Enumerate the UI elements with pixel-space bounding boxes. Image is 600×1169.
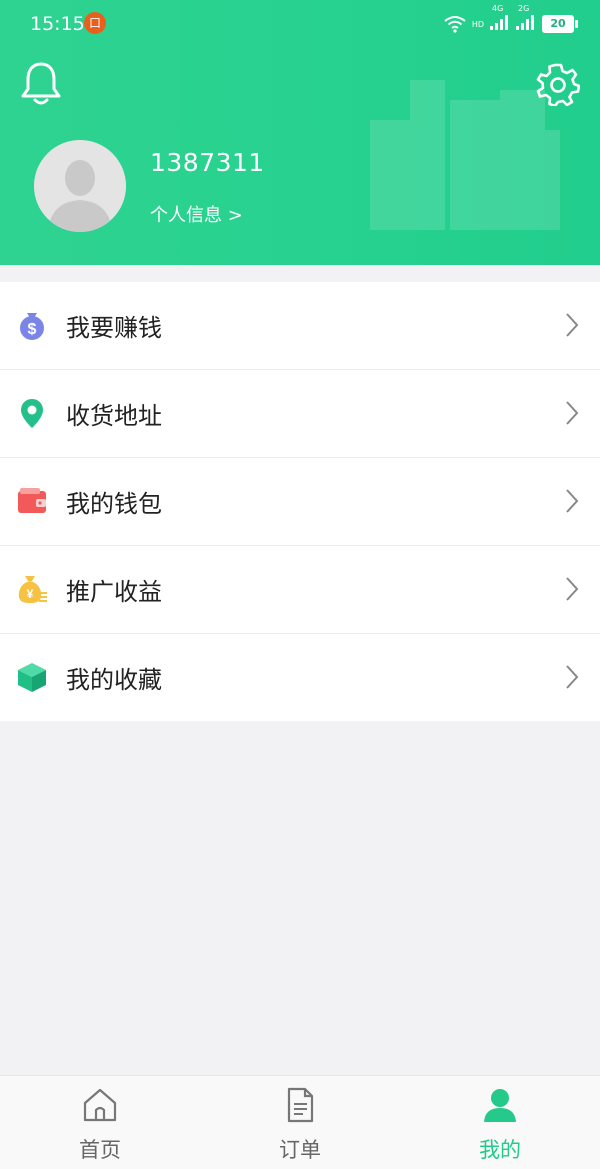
location-pin-icon xyxy=(21,399,43,428)
tab-label: 首页 xyxy=(79,1138,121,1162)
tab-orders[interactable]: 订单 xyxy=(200,1076,400,1169)
menu-item-label: 我的钱包 xyxy=(66,490,162,518)
2g-label: 2G xyxy=(518,4,530,13)
chevron-right-icon xyxy=(566,665,579,689)
hd-label: HD xyxy=(471,19,484,29)
menu-item-wallet[interactable]: 我的钱包 xyxy=(0,458,600,546)
status-time: 15:15 xyxy=(30,13,85,35)
menu-list: $ 我要赚钱 收货地址 我的钱包 ¥ 推广收益 我的收藏 xyxy=(0,282,600,721)
username: 1387311 xyxy=(150,148,265,177)
bottom-tab-bar: 首页 订单 我的 xyxy=(0,1075,600,1169)
tab-mine[interactable]: 我的 xyxy=(400,1076,600,1169)
system-icons: HD 4G 2G 20 xyxy=(444,4,578,36)
status-bar: 15:15 口 HD 4G 2G 20 xyxy=(0,0,600,48)
chevron-right-icon xyxy=(566,313,579,337)
menu-item-label: 我要赚钱 xyxy=(66,314,162,342)
svg-text:¥: ¥ xyxy=(27,587,34,601)
gear-icon[interactable] xyxy=(536,62,580,106)
menu-item-promotion-earnings[interactable]: ¥ 推广收益 xyxy=(0,546,600,634)
menu-item-label: 我的收藏 xyxy=(66,666,162,694)
tab-home[interactable]: 首页 xyxy=(0,1076,200,1169)
profile-info-link[interactable]: 个人信息 > xyxy=(150,201,243,227)
signal-bars-icon xyxy=(490,15,508,30)
person-icon xyxy=(484,1089,516,1122)
chevron-right-icon xyxy=(566,489,579,513)
city-illustration xyxy=(370,80,560,230)
default-avatar-icon xyxy=(34,140,126,232)
menu-item-favorites[interactable]: 我的收藏 xyxy=(0,634,600,721)
signal-2g: 2G xyxy=(516,4,536,34)
menu-item-label: 推广收益 xyxy=(66,578,162,606)
bell-icon[interactable] xyxy=(20,60,62,106)
home-icon xyxy=(83,1088,117,1122)
notification-badge: 口 xyxy=(84,12,106,34)
signal-bars-icon xyxy=(516,15,534,30)
chevron-right-icon xyxy=(566,577,579,601)
money-bag-icon: $ xyxy=(20,313,44,340)
document-icon xyxy=(287,1087,314,1123)
wifi-icon xyxy=(444,16,466,33)
wallet-icon xyxy=(18,488,46,513)
tab-label: 订单 xyxy=(279,1138,321,1162)
yuan-bag-icon: ¥ xyxy=(18,576,47,603)
tab-label: 我的 xyxy=(479,1138,521,1162)
avatar[interactable] xyxy=(34,140,126,232)
4g-label: 4G xyxy=(492,4,504,13)
menu-item-shipping-address[interactable]: 收货地址 xyxy=(0,370,600,458)
profile-header: 15:15 口 HD 4G 2G 20 1387311 个人信息 > xyxy=(0,0,600,265)
chevron-right-icon xyxy=(566,401,579,425)
signal-4g: 4G xyxy=(490,4,510,34)
menu-item-earn-money[interactable]: $ 我要赚钱 xyxy=(0,282,600,370)
menu-item-label: 收货地址 xyxy=(66,402,162,430)
box-icon xyxy=(18,663,46,692)
svg-text:$: $ xyxy=(28,321,37,338)
battery-indicator: 20 xyxy=(542,15,578,33)
